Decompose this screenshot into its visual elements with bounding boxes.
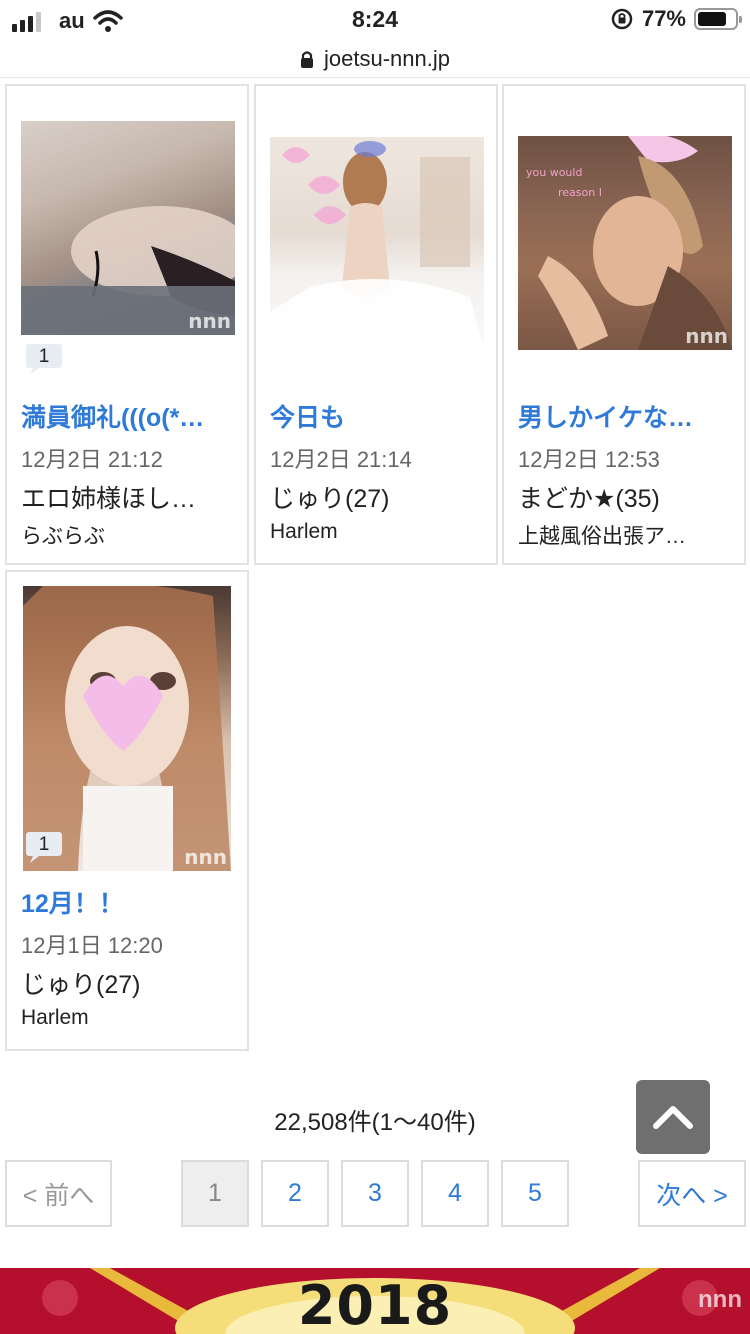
post-shop[interactable]: Harlem <box>270 520 490 544</box>
battery-percent: 77% <box>641 6 686 31</box>
svg-text:reason I: reason I <box>558 186 602 199</box>
post-thumbnail[interactable]: nnn <box>270 137 484 350</box>
post-date: 12月1日 12:20 <box>21 933 163 958</box>
watermark-logo: nnn <box>437 324 480 348</box>
post-thumbnail[interactable]: nnn <box>23 586 231 871</box>
post-author[interactable]: じゅり(27) <box>21 965 241 1001</box>
post-thumbnail[interactable]: you would reason I nnn <box>518 136 732 350</box>
post-thumbnail[interactable]: nnn <box>21 121 235 335</box>
banner-year: 2018 <box>297 1274 453 1334</box>
page-link-4[interactable]: 4 <box>421 1160 489 1227</box>
post-card[interactable]: nnn 今日も 12月2日 21:14 じゅり(27) Harlem <box>254 84 498 565</box>
post-title[interactable]: 男しかイケな… <box>518 398 738 434</box>
post-card[interactable]: nnn 1 12月！！ 12月1日 12:20 じゅり(27) Harlem <box>5 570 249 1051</box>
post-shop[interactable]: 上越風俗出張ア… <box>518 520 738 550</box>
lock-icon <box>301 50 313 68</box>
chevron-up-icon <box>653 1106 693 1129</box>
rotation-lock-icon <box>611 8 633 30</box>
post-shop[interactable]: らぶらぶ <box>21 520 241 550</box>
svg-text:you would: you would <box>526 166 582 179</box>
post-card[interactable]: you would reason I nnn 男しかイケな… 12月2日 12:… <box>502 84 746 565</box>
post-author[interactable]: じゅり(27) <box>270 479 490 515</box>
comment-count-badge: 1 <box>25 830 63 864</box>
page-link-5[interactable]: 5 <box>501 1160 569 1227</box>
battery-icon <box>694 8 742 30</box>
back-to-top-button[interactable] <box>636 1080 710 1154</box>
post-date: 12月2日 12:53 <box>518 447 660 472</box>
watermark-logo: nnn <box>685 324 728 348</box>
status-bar: au 8:24 77% <box>0 0 750 40</box>
post-shop[interactable]: Harlem <box>21 1006 241 1030</box>
page-link-3[interactable]: 3 <box>341 1160 409 1227</box>
watermark-logo: nnn <box>184 845 227 869</box>
post-date: 12月2日 21:14 <box>270 447 412 472</box>
url-text: joetsu-nnn.jp <box>324 45 450 71</box>
watermark-logo: nnn <box>188 309 231 333</box>
post-card[interactable]: nnn 1 満員御礼(((o(*… 12月2日 21:12 エロ姉様ほし… らぶ… <box>5 84 249 565</box>
post-title[interactable]: 満員御礼(((o(*… <box>21 398 241 434</box>
post-title[interactable]: 12月！！ <box>21 884 241 920</box>
post-author[interactable]: エロ姉様ほし… <box>21 479 241 515</box>
page-link-2[interactable]: 2 <box>261 1160 329 1227</box>
post-date: 12月2日 21:12 <box>21 447 163 472</box>
promo-banner[interactable]: 2018 nnn <box>0 1268 750 1334</box>
address-bar[interactable]: joetsu-nnn.jp <box>0 40 750 78</box>
post-title[interactable]: 今日も <box>270 398 490 434</box>
next-page-button[interactable]: 次へ > <box>638 1160 746 1227</box>
comment-count-badge: 1 <box>25 342 63 376</box>
watermark-logo: nnn <box>698 1286 742 1313</box>
post-author[interactable]: まどか★(35) <box>518 479 738 515</box>
page-link-1[interactable]: 1 <box>181 1160 249 1227</box>
prev-page-button[interactable]: < 前へ <box>5 1160 112 1227</box>
